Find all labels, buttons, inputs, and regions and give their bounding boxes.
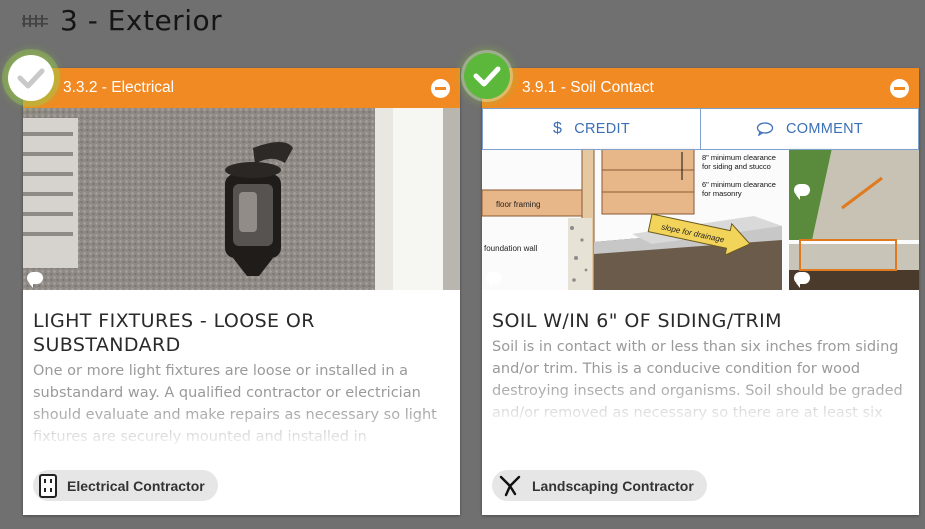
comment-button[interactable]: COMMENT — [700, 109, 918, 149]
dollar-icon: $ — [553, 120, 563, 137]
mark-complete-toggle[interactable] — [464, 53, 510, 99]
comment-icon[interactable] — [27, 272, 43, 288]
contractor-tag[interactable]: Electrical Contractor — [33, 470, 218, 501]
section-header: 3 - Exterior — [22, 2, 222, 38]
collapse-icon[interactable] — [890, 78, 909, 98]
credit-button[interactable]: $ CREDIT — [483, 109, 700, 149]
comment-icon[interactable] — [486, 272, 502, 288]
defect-photo[interactable] — [23, 108, 460, 290]
checkmark-icon — [17, 68, 45, 89]
light-fixture-photo — [23, 108, 460, 290]
credit-label: CREDIT — [574, 121, 630, 137]
card-description: Soil is in contact with or less than six… — [492, 339, 903, 421]
diagram-label: floor framing — [496, 200, 540, 209]
contractor-label: Landscaping Contractor — [532, 477, 694, 494]
checkmark-icon — [473, 66, 501, 87]
defect-card[interactable]: 3.9.1 - Soil Contact floor framing found… — [482, 68, 919, 515]
diagram-label: foundation wall — [484, 244, 538, 253]
shears-icon — [499, 475, 521, 496]
speech-bubble-icon — [756, 122, 774, 136]
card-code: 3.9.1 - Soil Contact — [522, 79, 654, 96]
svg-text:for masonry: for masonry — [702, 189, 742, 198]
comment-label: COMMENT — [785, 121, 863, 137]
fence-icon — [22, 15, 48, 27]
comment-icon[interactable] — [794, 272, 810, 288]
card-description: One or more light fixtures are loose or … — [33, 363, 437, 445]
card-actions: $ CREDIT COMMENT — [482, 108, 919, 150]
card-header[interactable]: 3.9.1 - Soil Contact — [482, 68, 919, 108]
card-header[interactable]: 3.3.2 - Electrical — [23, 68, 460, 108]
svg-text:for siding and stucco: for siding and stucco — [702, 162, 771, 171]
defect-card[interactable]: 3.3.2 - Electrical LIGHT FIXTURES - LOOS… — [23, 68, 460, 515]
comment-icon[interactable] — [794, 184, 810, 200]
card-title: LIGHT FIXTURES - LOOSE OR SUBSTANDARD — [33, 310, 315, 356]
contractor-label: Electrical Contractor — [67, 477, 205, 494]
outlet-icon — [39, 473, 57, 498]
section-title: 3 - Exterior — [60, 3, 223, 37]
svg-text:8" minimum clearance: 8" minimum clearance — [702, 153, 776, 162]
contractor-tag[interactable]: Landscaping Contractor — [492, 470, 707, 501]
mark-complete-toggle[interactable] — [8, 55, 54, 101]
collapse-icon[interactable] — [431, 78, 450, 98]
svg-text:6" minimum clearance: 6" minimum clearance — [702, 180, 776, 189]
card-title: SOIL W/IN 6" OF SIDING/TRIM — [492, 310, 782, 332]
card-code: 3.3.2 - Electrical — [63, 79, 175, 96]
